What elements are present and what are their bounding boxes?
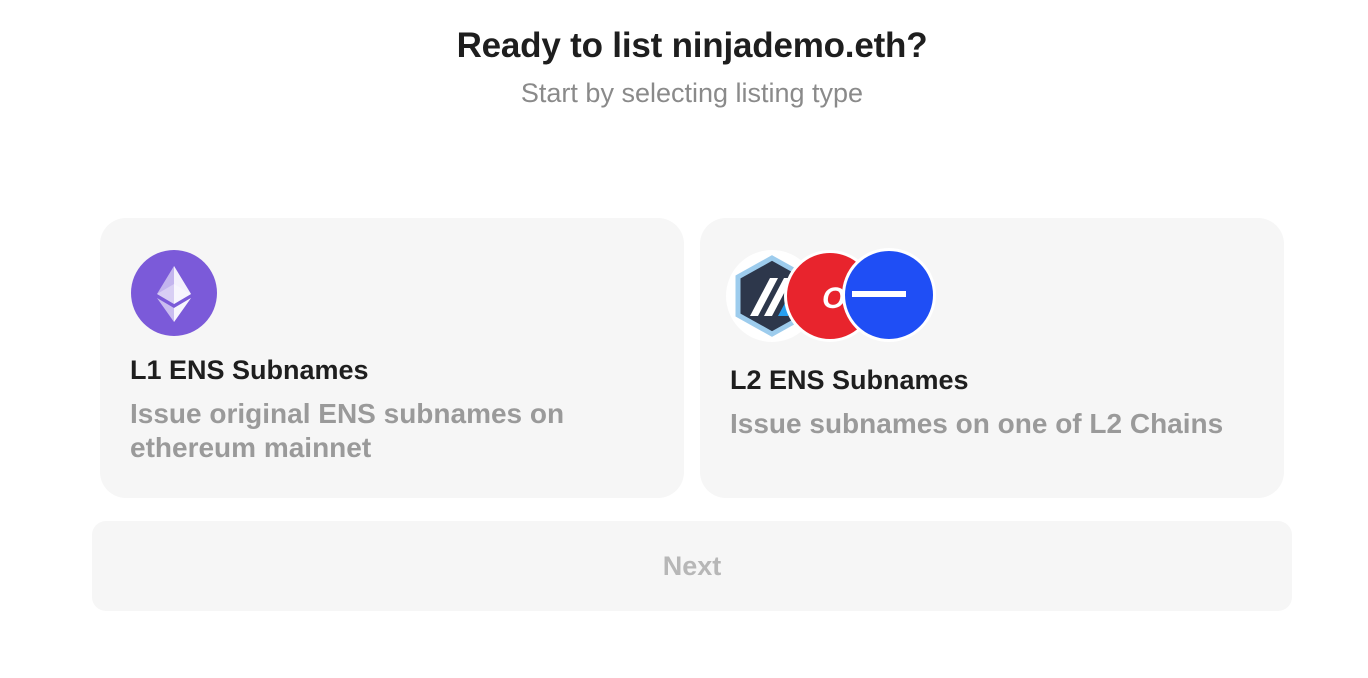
option-card-l1[interactable]: L1 ENS Subnames Issue original ENS subna… (100, 218, 684, 498)
option-description: Issue original ENS subnames on ethereum … (130, 398, 565, 463)
page-title: Ready to list ninjademo.eth? (456, 26, 928, 65)
option-description: Issue subnames on one of L2 Chains (730, 408, 1224, 439)
next-button[interactable]: Next (92, 521, 1292, 611)
option-title: L1 ENS Subnames (130, 355, 369, 385)
option-title: L2 ENS Subnames (730, 365, 969, 395)
base-icon (842, 248, 936, 342)
l2-chain-icons: OP (726, 248, 946, 348)
ethereum-icon (131, 250, 217, 336)
page-subtitle: Start by selecting listing type (520, 78, 864, 108)
option-card-l2[interactable]: OP L2 ENS Subnames Issue subnames on one… (700, 218, 1284, 498)
listing-type-page: Ready to list ninjademo.eth? Start by se… (0, 0, 1368, 678)
